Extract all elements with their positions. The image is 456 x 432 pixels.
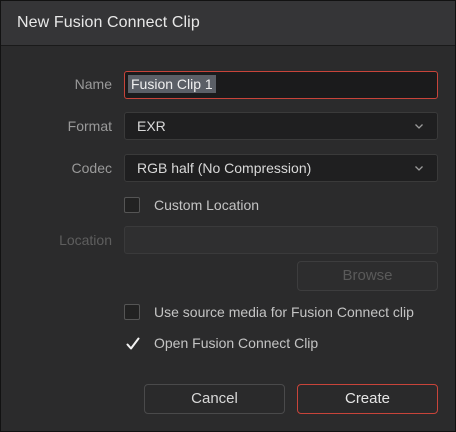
chevron-down-icon xyxy=(415,124,423,129)
codec-label: Codec xyxy=(71,160,112,176)
checkmark-icon xyxy=(126,337,140,350)
custom-location-label[interactable]: Custom Location xyxy=(154,197,259,213)
codec-selected-value: RGB half (No Compression) xyxy=(137,160,312,176)
format-label: Format xyxy=(67,118,112,134)
open-fusion-connect-clip-checkbox[interactable] xyxy=(124,335,140,351)
new-fusion-connect-clip-dialog: New Fusion Connect Clip Name Fusion Clip… xyxy=(0,0,456,432)
dialog-title: New Fusion Connect Clip xyxy=(17,14,200,31)
custom-location-checkbox[interactable] xyxy=(124,197,140,213)
use-source-media-checkbox[interactable] xyxy=(124,304,140,320)
open-fusion-connect-clip-label[interactable]: Open Fusion Connect Clip xyxy=(154,335,318,351)
browse-button[interactable]: Browse xyxy=(297,261,438,291)
create-button[interactable]: Create xyxy=(297,384,438,414)
cancel-button[interactable]: Cancel xyxy=(144,384,285,414)
chevron-down-icon xyxy=(415,166,423,171)
use-source-media-label[interactable]: Use source media for Fusion Connect clip xyxy=(154,304,414,320)
location-label: Location xyxy=(59,232,112,248)
codec-dropdown[interactable]: RGB half (No Compression) xyxy=(124,154,438,182)
name-input[interactable]: Fusion Clip 1 xyxy=(124,71,438,99)
format-dropdown[interactable]: EXR xyxy=(124,112,438,140)
format-selected-value: EXR xyxy=(137,118,166,134)
location-input[interactable] xyxy=(124,226,438,254)
dialog-titlebar[interactable]: New Fusion Connect Clip xyxy=(1,1,455,46)
name-label: Name xyxy=(74,76,112,92)
name-input-value: Fusion Clip 1 xyxy=(128,75,216,93)
